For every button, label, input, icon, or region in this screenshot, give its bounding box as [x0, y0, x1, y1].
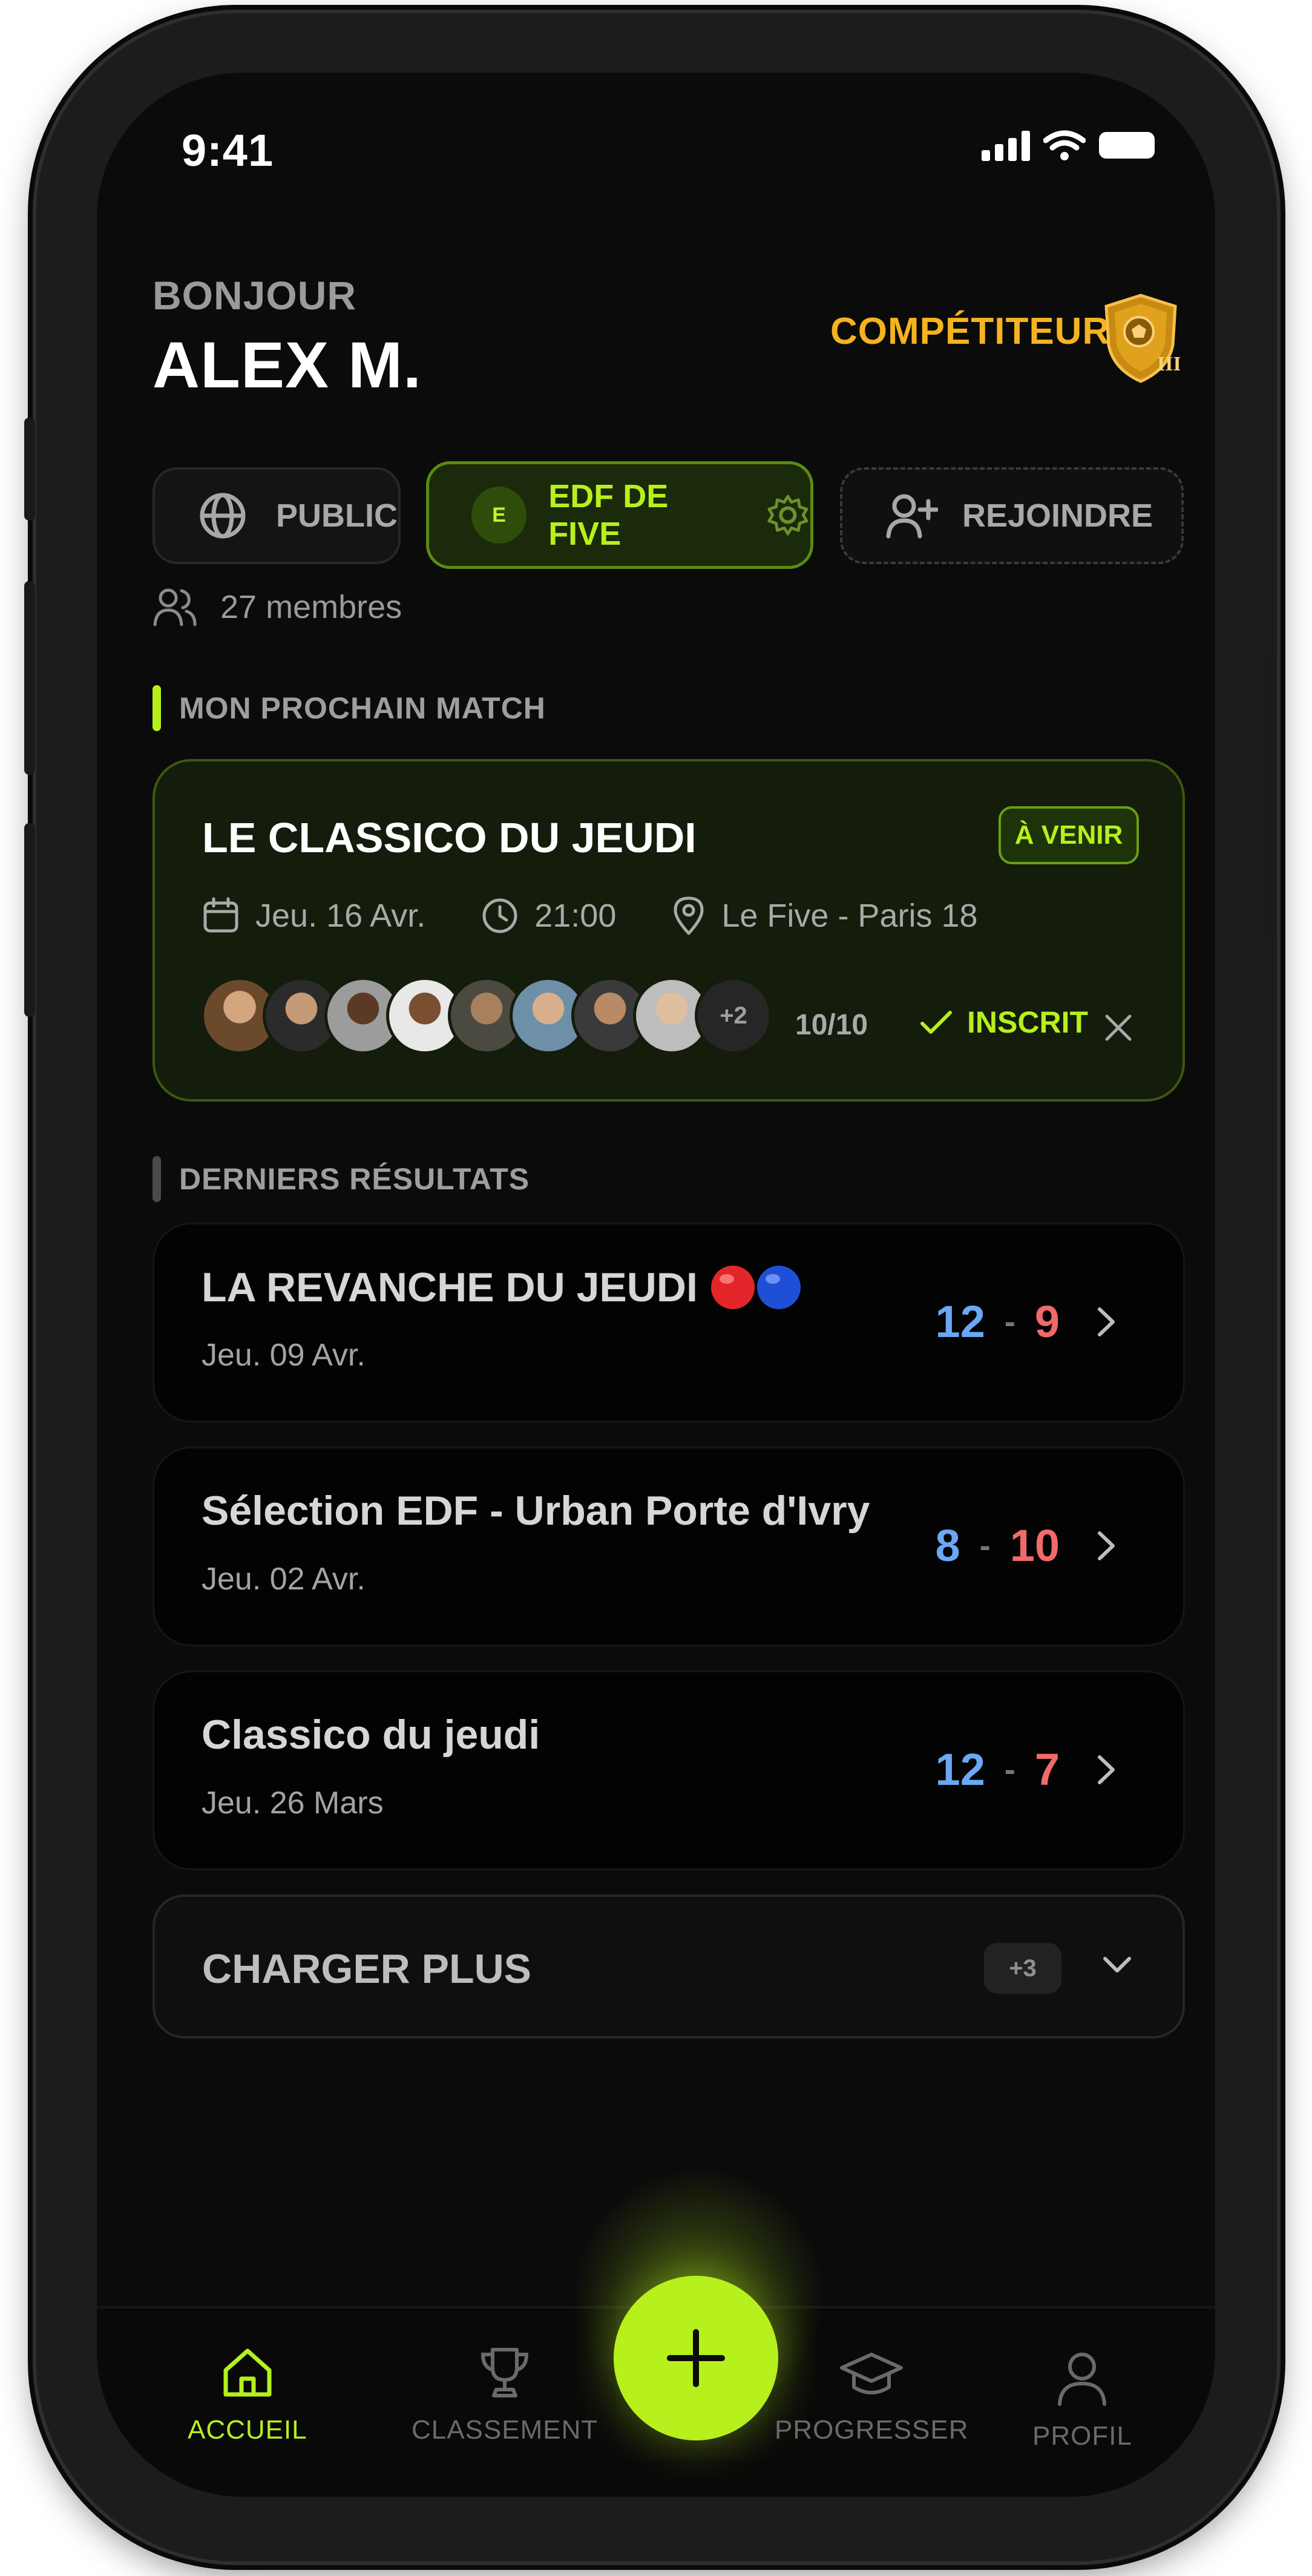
nav-item-home[interactable]: ACCUEIL	[188, 2344, 307, 2445]
registration-status[interactable]: INSCRIT	[920, 1005, 1088, 1040]
unregister-button[interactable]	[1094, 1004, 1143, 1052]
members-text: 27 membres	[220, 589, 402, 625]
player-count: 10/10	[795, 1009, 868, 1041]
group-pill-active[interactable]: E EDF DE FIVE	[426, 461, 813, 569]
clock-icon	[482, 898, 517, 933]
result-date: Jeu. 09 Avr.	[202, 1338, 366, 1373]
join-label: REJOINDRE	[962, 498, 1153, 534]
svg-text:III: III	[1157, 353, 1180, 375]
public-label: PUBLIC	[276, 498, 398, 534]
chevron-right-icon	[1098, 1531, 1115, 1560]
result-score: 12 - 9	[936, 1296, 1117, 1347]
greeting: BONJOUR	[153, 273, 357, 318]
volume-down-button	[24, 823, 35, 1017]
score-blue: 12	[935, 1744, 985, 1795]
gear-icon[interactable]	[766, 492, 810, 538]
more-players-badge[interactable]: +2	[695, 977, 772, 1054]
player-avatars[interactable]: +2	[201, 977, 772, 1054]
users-icon	[153, 588, 197, 626]
trophy-icon	[481, 2348, 529, 2397]
nav-label: PROFIL	[1032, 2421, 1132, 2451]
score-separator: -	[979, 1527, 991, 1564]
check-icon	[920, 1011, 952, 1034]
red-blue-balls-icon	[710, 1266, 801, 1309]
battery-icon	[1099, 132, 1155, 159]
create-match-button[interactable]	[614, 2276, 778, 2440]
match-meta: Jeu. 16 Avr. 21:00 Le Five - Paris 18	[202, 896, 1034, 936]
user-plus-icon	[886, 494, 938, 539]
volume-up-button	[24, 581, 35, 775]
score-red: 10	[1009, 1520, 1060, 1571]
result-title: Sélection EDF - Urban Porte d'Ivry	[202, 1488, 870, 1534]
score-red: 7	[1034, 1744, 1060, 1795]
score-blue: 8	[935, 1520, 960, 1571]
shield-icon[interactable]: III	[1101, 293, 1180, 384]
match-location[interactable]: Le Five - Paris 18	[672, 896, 978, 936]
match-title: LE CLASSICO DU JEUDI	[202, 814, 697, 861]
score-separator: -	[1004, 1751, 1015, 1788]
result-card[interactable]: Sélection EDF - Urban Porte d'Ivry Jeu. …	[153, 1447, 1185, 1646]
status-icons	[982, 130, 1155, 161]
match-location-text: Le Five - Paris 18	[721, 898, 978, 934]
result-card[interactable]: Classico du jeudi Jeu. 26 Mars 12 - 7	[153, 1671, 1185, 1870]
status-time: 9:41	[182, 125, 274, 176]
nav-label: ACCUEIL	[188, 2415, 307, 2445]
score-red: 9	[1034, 1296, 1060, 1347]
next-match-section-title: MON PROCHAIN MATCH	[153, 685, 546, 731]
score-separator: -	[1004, 1303, 1015, 1340]
next-match-card[interactable]: LE CLASSICO DU JEUDI À VENIR Jeu. 16 Avr…	[153, 759, 1185, 1102]
join-group-button[interactable]: REJOINDRE	[840, 467, 1184, 564]
registration-status-text: INSCRIT	[967, 1005, 1088, 1039]
load-more-button[interactable]: CHARGER PLUS +3	[153, 1894, 1185, 2039]
result-date: Jeu. 02 Avr.	[202, 1562, 366, 1597]
result-date: Jeu. 26 Mars	[202, 1786, 384, 1821]
nav-item-profile[interactable]: PROFIL	[1032, 2350, 1132, 2451]
match-date-text: Jeu. 16 Avr.	[255, 898, 426, 934]
group-avatar: E	[471, 487, 527, 544]
result-score: 12 - 7	[936, 1744, 1117, 1795]
nav-item-progress[interactable]: PROGRESSER	[775, 2350, 969, 2445]
power-button	[1266, 654, 1277, 938]
cellular-signal-icon	[982, 130, 1030, 161]
home-icon	[223, 2348, 272, 2397]
nav-label: CLASSEMENT	[412, 2415, 599, 2445]
close-icon	[1105, 1014, 1132, 1041]
graduation-cap-icon	[840, 2353, 904, 2394]
mute-switch	[24, 418, 35, 521]
result-score: 8 - 10	[936, 1520, 1117, 1571]
match-time: 21:00	[481, 897, 616, 935]
user-name: ALEX M.	[153, 328, 422, 401]
members-count[interactable]: 27 membres	[153, 587, 402, 627]
result-title-text: LA REVANCHE DU JEUDI	[202, 1264, 698, 1310]
nav-item-ranking[interactable]: CLASSEMENT	[412, 2344, 598, 2445]
section-title-text: DERNIERS RÉSULTATS	[179, 1162, 530, 1196]
user-icon	[1058, 2353, 1107, 2406]
match-time-text: 21:00	[534, 898, 617, 934]
section-accent-bar	[153, 1156, 161, 1202]
section-title-text: MON PROCHAIN MATCH	[179, 691, 546, 725]
load-more-count-badge: +3	[984, 1943, 1061, 1994]
section-accent-bar	[153, 685, 161, 731]
chevron-down-icon	[1103, 1957, 1131, 1973]
nav-label: PROGRESSER	[775, 2415, 969, 2445]
result-title: Classico du jeudi	[202, 1712, 540, 1758]
match-date: Jeu. 16 Avr.	[202, 897, 425, 935]
chevron-right-icon	[1098, 1755, 1115, 1784]
score-blue: 12	[935, 1296, 985, 1347]
group-pill-public[interactable]: PUBLIC	[153, 467, 401, 564]
result-title: LA REVANCHE DU JEUDI	[202, 1263, 805, 1312]
plus-icon	[667, 2329, 725, 2387]
map-pin-icon	[674, 896, 704, 935]
chevron-right-icon	[1098, 1307, 1115, 1336]
wifi-icon	[1043, 130, 1086, 160]
group-name: EDF DE FIVE	[548, 478, 669, 552]
load-more-label: CHARGER PLUS	[202, 1946, 532, 1992]
globe-icon	[200, 493, 246, 539]
results-section-title: DERNIERS RÉSULTATS	[153, 1156, 530, 1202]
result-card[interactable]: LA REVANCHE DU JEUDI Jeu. 09 Avr. 12 - 9	[153, 1223, 1185, 1422]
app-screen: 9:41 BONJOUR ALEX M. COMPÉTITEUR III III…	[97, 73, 1215, 2497]
status-badge: À VENIR	[999, 806, 1139, 864]
calendar-icon	[203, 897, 238, 933]
